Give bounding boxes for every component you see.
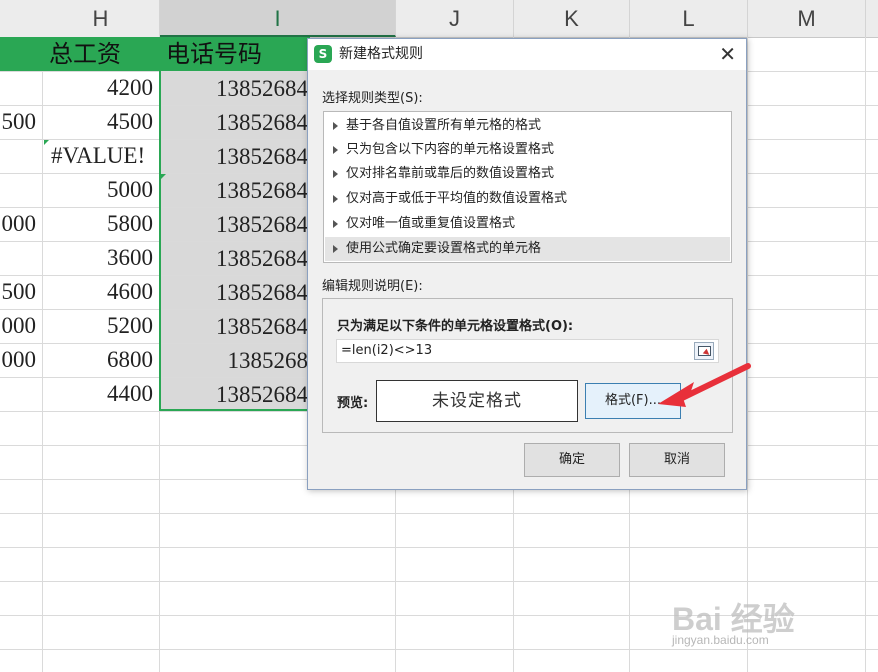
rule-type-text: 只为包含以下内容的单元格设置格式 xyxy=(346,142,555,157)
rule-type-item[interactable]: 基于各自值设置所有单元格的格式 xyxy=(325,114,730,138)
watermark-url: jingyan.baidu.com xyxy=(672,633,769,647)
column-header-i[interactable]: I xyxy=(160,0,396,37)
triangle-right-icon xyxy=(333,146,338,154)
column-header-m[interactable]: M xyxy=(748,0,866,37)
rule-type-item[interactable]: 仅对排名靠前或靠后的数值设置格式 xyxy=(325,162,730,186)
preview-box: 未设定格式 xyxy=(376,380,578,422)
rule-type-item[interactable]: 仅对高于或低于平均值的数值设置格式 xyxy=(325,187,730,211)
cell-total-wage[interactable]: 4400 xyxy=(43,377,159,411)
rule-type-text: 基于各自值设置所有单元格的格式 xyxy=(346,118,542,133)
rule-type-item[interactable]: 仅对唯一值或重复值设置格式 xyxy=(325,212,730,236)
wps-logo-icon xyxy=(314,45,332,63)
rule-type-text: 仅对排名靠前或靠后的数值设置格式 xyxy=(346,166,555,181)
header-cell-total-wage[interactable]: 总工资 xyxy=(43,37,160,71)
cell-g[interactable] xyxy=(0,377,42,411)
triangle-right-icon xyxy=(333,122,338,130)
rule-type-text: 使用公式确定要设置格式的单元格 xyxy=(346,241,542,256)
triangle-right-icon xyxy=(333,220,338,228)
header-cell-g[interactable] xyxy=(0,37,43,71)
selection-border xyxy=(159,37,309,411)
cell-total-wage[interactable]: 6800 xyxy=(43,343,159,377)
cell-g[interactable] xyxy=(0,173,42,207)
error-indicator-icon xyxy=(44,140,49,145)
ok-button[interactable]: 确定 xyxy=(524,443,620,477)
close-icon[interactable]: ✕ xyxy=(719,42,736,66)
cell-total-wage[interactable]: 4600 xyxy=(43,275,159,309)
dialog-title: 新建格式规则 xyxy=(339,46,423,62)
dialog-title-bar[interactable]: 新建格式规则 ✕ xyxy=(308,39,746,70)
cell-g[interactable]: 500 xyxy=(0,105,42,139)
rule-type-text: 仅对高于或低于平均值的数值设置格式 xyxy=(346,191,568,206)
cell-total-wage[interactable]: 3600 xyxy=(43,241,159,275)
rule-type-item-selected[interactable]: 使用公式确定要设置格式的单元格 xyxy=(325,237,730,261)
triangle-right-icon xyxy=(333,195,338,203)
cancel-button[interactable]: 取消 xyxy=(629,443,725,477)
condition-label: 只为满足以下条件的单元格设置格式(O): xyxy=(337,319,574,334)
column-header-h[interactable]: H xyxy=(42,0,160,37)
cell-g[interactable] xyxy=(0,241,42,275)
cell-g[interactable]: 000 xyxy=(0,207,42,241)
cell-total-wage[interactable]: 5200 xyxy=(43,309,159,343)
rule-type-label: 选择规则类型(S): xyxy=(322,91,423,106)
format-button[interactable]: 格式(F)... xyxy=(585,383,681,419)
formula-value: =len(i2)<>13 xyxy=(341,343,433,358)
new-format-rule-dialog: 新建格式规则 ✕ 选择规则类型(S): 基于各自值设置所有单元格的格式 只为包含… xyxy=(307,38,747,490)
cell-g[interactable] xyxy=(0,71,42,105)
column-header-l[interactable]: L xyxy=(630,0,748,37)
column-header-j[interactable]: J xyxy=(396,0,514,37)
rule-type-list[interactable]: 基于各自值设置所有单元格的格式 只为包含以下内容的单元格设置格式 仅对排名靠前或… xyxy=(323,111,732,263)
cell-total-wage[interactable]: 5800 xyxy=(43,207,159,241)
formula-input[interactable]: =len(i2)<>13 xyxy=(336,339,719,363)
rule-type-item[interactable]: 只为包含以下内容的单元格设置格式 xyxy=(325,138,730,162)
cell-g[interactable]: 500 xyxy=(0,275,42,309)
cell-g[interactable] xyxy=(0,139,42,173)
triangle-right-icon xyxy=(333,245,338,253)
cell-total-wage[interactable]: 4200 xyxy=(43,71,159,105)
cell-g[interactable]: 000 xyxy=(0,343,42,377)
column-header-k[interactable]: K xyxy=(514,0,630,37)
preview-label: 预览: xyxy=(337,396,369,411)
rule-type-text: 仅对唯一值或重复值设置格式 xyxy=(346,216,516,231)
triangle-right-icon xyxy=(333,170,338,178)
cell-total-wage[interactable]: 5000 xyxy=(43,173,159,207)
cell-g[interactable]: 000 xyxy=(0,309,42,343)
edit-description-label: 编辑规则说明(E): xyxy=(322,279,423,294)
cell-total-wage[interactable]: 4500 xyxy=(43,105,159,139)
range-select-icon[interactable] xyxy=(694,342,714,360)
rule-description-group: 只为满足以下条件的单元格设置格式(O): =len(i2)<>13 预览: 未设… xyxy=(322,298,733,433)
column-header-row: H I J K L M xyxy=(0,0,878,38)
cell-total-wage[interactable]: #VALUE! xyxy=(43,139,159,173)
